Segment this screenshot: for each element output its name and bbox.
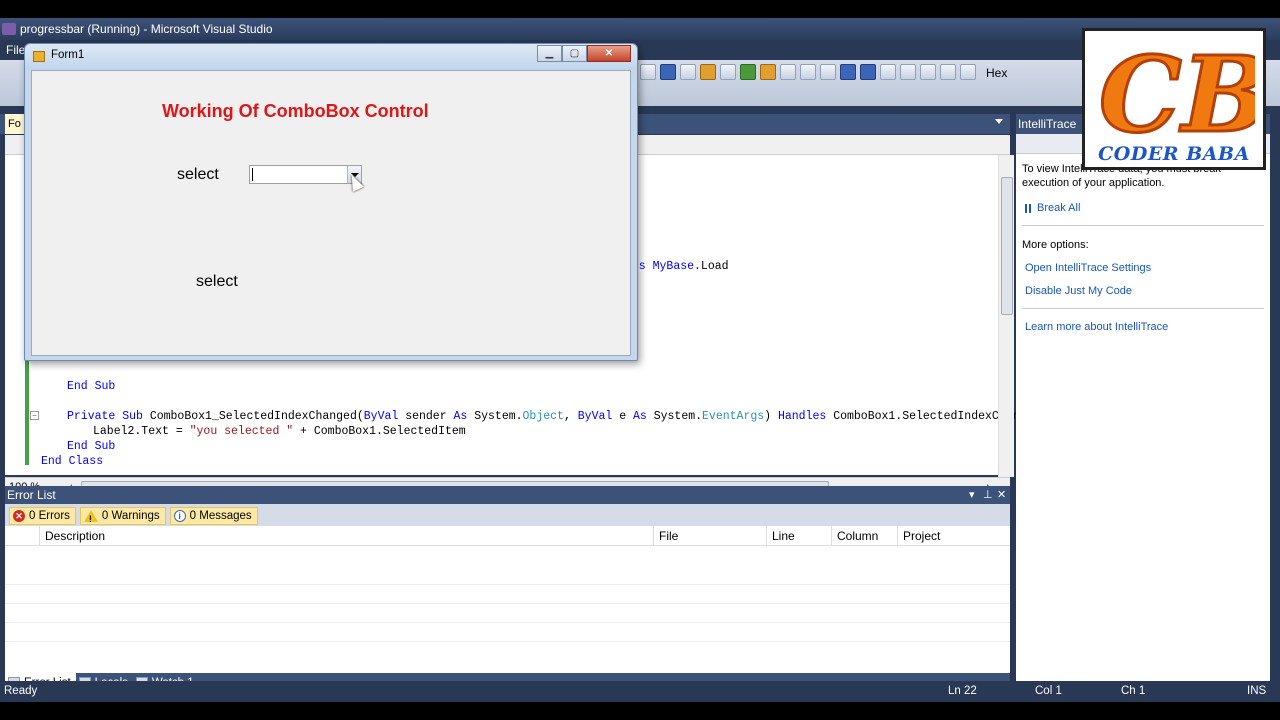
error-list-rows — [5, 566, 1010, 676]
select-label-1: select — [177, 166, 219, 183]
menu-file[interactable]: File — [6, 40, 25, 60]
error-list-header: Error List ▾ ⊥ ✕ — [5, 486, 1010, 504]
collapse-icon[interactable]: − — [30, 411, 39, 420]
maximize-button[interactable]: ▢ — [562, 45, 587, 62]
intellitrace-panel: IntelliTrace To view IntelliTrace data, … — [1016, 114, 1270, 692]
toolbar-icon[interactable] — [700, 64, 716, 80]
toolbar-icon[interactable] — [960, 64, 976, 80]
open-settings-link[interactable]: Open IntelliTrace Settings — [1025, 262, 1264, 274]
step-over-icon[interactable] — [920, 64, 936, 80]
column-file[interactable]: File — [653, 526, 766, 546]
list-item — [5, 623, 1010, 642]
code-line: Private Sub ComboBox1_SelectedIndexChang… — [67, 410, 1041, 423]
break-all-link[interactable]: Break All — [1025, 202, 1264, 214]
status-char: Ch 1 — [1121, 685, 1146, 697]
restart-icon[interactable] — [880, 64, 896, 80]
form-heading: Working Of ComboBox Control — [162, 101, 429, 121]
toolbar-row: Hex — [640, 64, 1007, 84]
toolbar-icon[interactable] — [800, 64, 816, 80]
list-item — [5, 566, 1010, 585]
logo-text: CODER BABA — [1098, 143, 1250, 165]
status-line: Ln 22 — [948, 685, 977, 697]
code-line: End Sub — [67, 440, 116, 453]
svg-text:CB: CB — [1099, 35, 1255, 143]
error-list-filters: ✕ 0 Errors ! 0 Warnings i0 Messages — [5, 504, 1010, 526]
vs-title-text: progressbar (Running) - Microsoft Visual… — [20, 22, 273, 36]
info-icon: i — [173, 510, 186, 522]
column-project[interactable]: Project — [897, 526, 1010, 546]
pin-icon[interactable]: ⊥ — [983, 486, 993, 504]
messages-filter-button[interactable]: i0 Messages — [169, 507, 258, 525]
tab-dropdown-icon[interactable] — [995, 119, 1003, 124]
form1-title-bar[interactable]: Form1 ▁ ▢ ✕ — [25, 44, 637, 70]
combobox[interactable] — [249, 165, 362, 184]
status-text: Ready — [4, 685, 38, 697]
toolbar-icon[interactable] — [740, 64, 756, 80]
error-list-title: Error List — [7, 488, 56, 502]
divider — [1022, 225, 1264, 226]
step-out-icon[interactable] — [940, 64, 956, 80]
logo-cb-letters: CB — [1098, 35, 1256, 143]
pause-icon — [1025, 203, 1031, 213]
error-list-columns: Description File Line Column Project — [5, 526, 1010, 546]
disable-jmc-link[interactable]: Disable Just My Code — [1025, 285, 1264, 297]
more-options-label: More options: — [1022, 239, 1089, 251]
close-button[interactable]: ✕ — [587, 45, 631, 62]
minimize-button[interactable]: ▁ — [537, 45, 562, 62]
error-list-panel: Error List ▾ ⊥ ✕ ✕ 0 Errors ! 0 Warnings i… — [5, 486, 1010, 676]
divider — [1022, 308, 1264, 309]
learn-more-link[interactable]: Learn more about IntelliTrace — [1025, 321, 1264, 333]
window-buttons: ▁ ▢ ✕ — [537, 45, 631, 62]
form1-client-area: Working Of ComboBox Control select selec… — [31, 70, 631, 356]
toolbar-icon[interactable] — [640, 64, 656, 80]
column-line[interactable]: Line — [766, 526, 831, 546]
toolbar-icon[interactable] — [780, 64, 796, 80]
continue-icon[interactable] — [820, 64, 836, 80]
step-into-icon[interactable] — [900, 64, 916, 80]
code-line: les MyBase.Load — [625, 260, 729, 273]
form1-window: Form1 ▁ ▢ ✕ Working Of ComboBox Control … — [24, 43, 638, 361]
status-bar: Ready Ln 22 Col 1 Ch 1 INS — [0, 681, 1280, 702]
toolbar-icon[interactable] — [680, 64, 696, 80]
panel-dropdown-icon[interactable]: ▾ — [969, 486, 975, 504]
coder-baba-logo: CB CODER BABA — [1082, 28, 1266, 170]
toolbar-hex-label[interactable]: Hex — [986, 64, 1007, 84]
status-column: Col 1 — [1035, 685, 1062, 697]
form1-title: Form1 — [51, 49, 85, 61]
errors-filter-button[interactable]: ✕ 0 Errors — [9, 507, 76, 525]
close-icon[interactable]: ✕ — [997, 486, 1006, 504]
toolbar-icon[interactable] — [760, 64, 776, 80]
column-description[interactable]: Description — [39, 526, 653, 546]
editor-vertical-scrollbar[interactable] — [998, 155, 1014, 477]
list-item — [5, 585, 1010, 604]
visual-studio-icon — [2, 23, 16, 35]
form-icon — [33, 51, 45, 62]
toolbar-icon[interactable] — [720, 64, 736, 80]
code-line: End Sub — [67, 380, 116, 393]
warning-icon: ! — [83, 510, 98, 524]
stop-icon[interactable] — [860, 64, 876, 80]
error-icon: ✕ — [13, 510, 25, 522]
select-label-2: select — [196, 273, 238, 290]
status-insert-mode: INS — [1247, 685, 1267, 697]
list-item — [5, 604, 1010, 623]
text-caret — [252, 168, 253, 181]
scrollbar-thumb[interactable] — [1001, 177, 1013, 315]
column-column[interactable]: Column — [831, 526, 897, 546]
code-line: End Class — [41, 455, 104, 468]
code-line: Label2.Text = "you selected " + ComboBox… — [93, 425, 466, 438]
break-all-icon[interactable] — [840, 64, 856, 80]
toolbar-icon[interactable] — [660, 64, 676, 80]
warnings-filter-button[interactable]: ! 0 Warnings — [79, 507, 166, 525]
